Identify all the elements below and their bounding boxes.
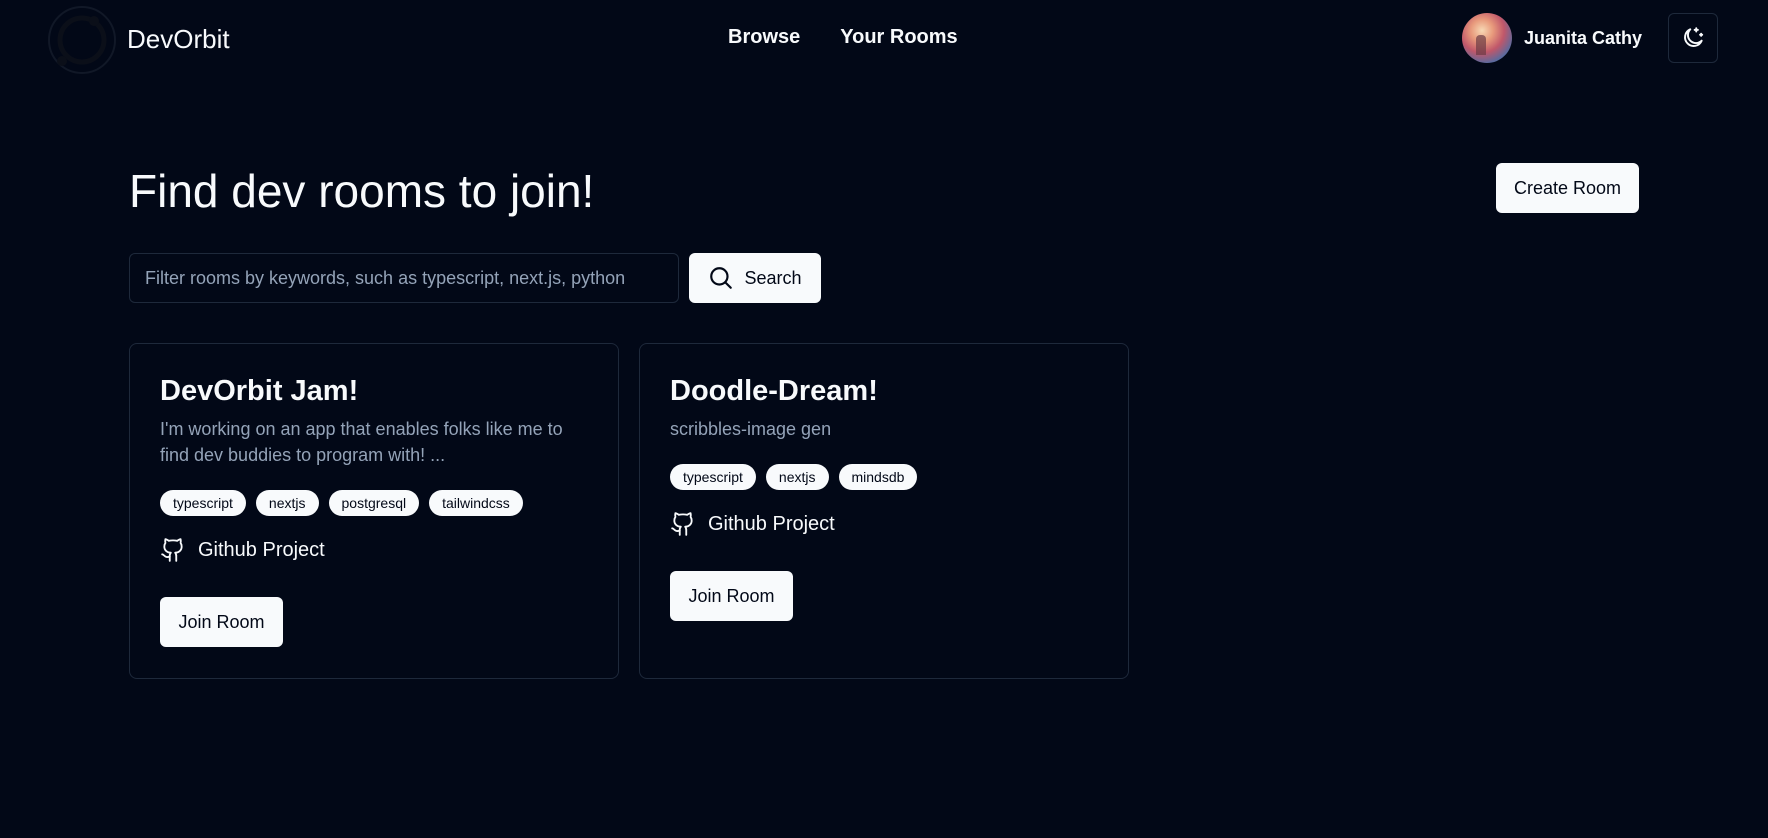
theme-toggle-button[interactable] [1668,13,1718,63]
brand-name[interactable]: DevOrbit [127,24,230,55]
github-icon [161,538,183,562]
room-card: DevOrbit Jam! I'm working on an app that… [129,343,619,679]
search-button[interactable]: Search [689,253,821,303]
room-description: I'm working on an app that enables folks… [160,419,563,465]
github-icon [671,512,693,536]
search-input[interactable] [129,253,679,303]
github-link-label: Github Project [708,512,835,535]
avatar [1462,13,1512,63]
moon-stars-icon [1684,27,1704,47]
tag-badge[interactable]: typescript [160,490,246,516]
logo[interactable] [46,4,118,76]
search-button-label: Search [744,267,802,288]
nav-browse[interactable]: Browse [728,26,800,49]
tag-list: typescript nextjs mindsdb [670,464,1098,490]
top-header: DevOrbit Browse Your Rooms Juanita Cathy [0,0,1768,80]
search-icon [710,267,733,289]
tag-list: typescript nextjs postgresql tailwindcss [160,490,588,516]
orbit-logo-icon [48,6,116,74]
tag-badge[interactable]: typescript [670,464,756,490]
user-name: Juanita Cathy [1524,27,1643,48]
github-project-link[interactable]: Github Project [670,510,1098,538]
tag-badge[interactable]: tailwindcss [429,490,523,516]
nav-your-rooms[interactable]: Your Rooms [840,26,957,49]
tag-badge[interactable]: postgresql [328,490,420,516]
join-room-button[interactable]: Join Room [670,571,793,621]
user-menu[interactable]: Juanita Cathy [1462,13,1642,63]
join-room-button[interactable]: Join Room [160,597,283,647]
main-nav: Browse Your Rooms [728,26,958,49]
room-title: DevOrbit Jam! [160,375,359,407]
tag-badge[interactable]: mindsdb [838,464,918,490]
github-project-link[interactable]: Github Project [160,536,588,564]
room-title: Doodle-Dream! [670,375,878,407]
room-card: Doodle-Dream! scribbles-image gen typesc… [639,343,1129,679]
create-room-button[interactable]: Create Room [1496,163,1639,213]
github-link-label: Github Project [198,538,325,561]
tag-badge[interactable]: nextjs [255,490,319,516]
page-title: Find dev rooms to join! [129,165,595,217]
room-description: scribbles-image gen [670,419,832,439]
tag-badge[interactable]: nextjs [765,464,829,490]
